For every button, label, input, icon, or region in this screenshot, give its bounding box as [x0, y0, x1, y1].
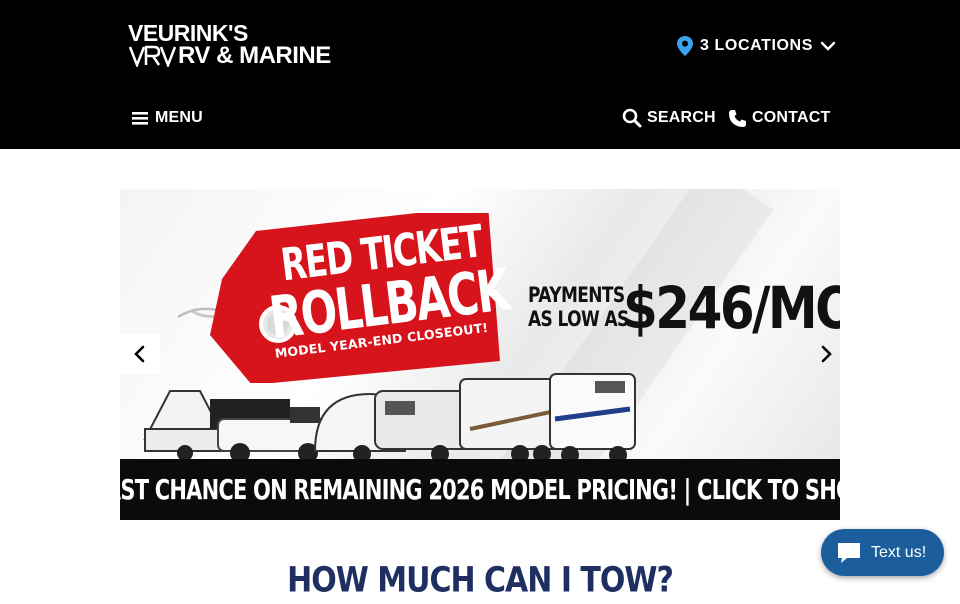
- banner-cta-text: LAST CHANCE ON REMAINING 2026 MODEL PRIC…: [120, 473, 840, 506]
- text-us-label: Text us!: [871, 543, 927, 561]
- rv-fleet-image: [143, 373, 636, 464]
- search-button[interactable]: SEARCH: [622, 107, 716, 129]
- towing-section-heading: HOW MUCH CAN I TOW?: [287, 560, 674, 601]
- site-logo[interactable]: VEURINK'S RV & MARINE: [128, 20, 342, 70]
- chevron-left-icon: [134, 345, 145, 363]
- logo-mark-icon: [128, 45, 176, 67]
- hamburger-icon: [132, 112, 148, 125]
- locations-dropdown[interactable]: 3 LOCATIONS: [677, 35, 836, 57]
- locations-label: 3 LOCATIONS: [700, 37, 813, 54]
- contact-label: CONTACT: [752, 109, 831, 126]
- chevron-down-icon: [820, 41, 836, 51]
- text-us-chat-button[interactable]: Text us!: [821, 529, 944, 576]
- payments-amount: $246/MO.: [623, 275, 840, 342]
- site-header: VEURINK'S RV & MARINE 3 LOCATIONS MENU S…: [0, 0, 960, 149]
- logo-line-2: RV & MARINE: [178, 42, 331, 69]
- menu-button[interactable]: MENU: [131, 107, 203, 129]
- banner-cta-strip[interactable]: LAST CHANCE ON REMAINING 2026 MODEL PRIC…: [120, 459, 840, 520]
- promo-banner[interactable]: RED TICKET ROLLBACK MODEL YEAR-END CLOSE…: [120, 189, 840, 520]
- payments-line-1: PAYMENTS: [528, 283, 625, 308]
- menu-label: MENU: [155, 109, 203, 126]
- contact-button[interactable]: CONTACT: [728, 107, 830, 129]
- chat-bubble-icon: [838, 542, 860, 563]
- payments-line-2: AS LOW AS: [528, 307, 629, 332]
- phone-icon: [729, 109, 746, 127]
- search-icon: [622, 108, 642, 128]
- carousel-prev-button[interactable]: [120, 334, 160, 374]
- tag-text-group: RED TICKET ROLLBACK MODEL YEAR-END CLOSE…: [170, 213, 512, 383]
- carousel-next-button[interactable]: [806, 334, 846, 374]
- chevron-right-icon: [821, 345, 832, 363]
- search-label: SEARCH: [647, 109, 716, 126]
- red-ticket-tag: RED TICKET ROLLBACK MODEL YEAR-END CLOSE…: [170, 205, 512, 385]
- map-pin-icon: [677, 36, 693, 56]
